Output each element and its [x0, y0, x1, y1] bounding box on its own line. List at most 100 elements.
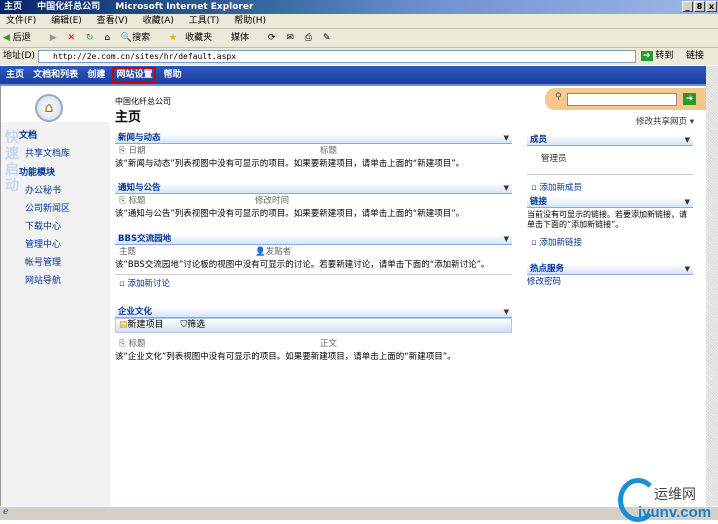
attach-icon: ⎘ — [119, 196, 126, 206]
hot-title[interactable]: 热点服务 — [530, 264, 564, 274]
nav-site-settings[interactable]: 网站设置 — [112, 67, 157, 83]
filter-label: 筛选 — [187, 320, 206, 330]
webpart-menu-icon[interactable]: ▼ — [685, 264, 690, 275]
links-webpart: 链接 ▼ 当前没有可显示的链接。若要添加新链接，请单击下面的“添加新链接”。 ▫ … — [527, 197, 693, 248]
favorites-button[interactable]: ★ 收藏夹 — [169, 33, 220, 43]
go-arrow-icon: ➔ — [641, 51, 653, 61]
site-search-input[interactable] — [567, 93, 677, 106]
home-icon[interactable]: ⌂ — [104, 33, 110, 43]
new-item-icon: ▤ — [119, 320, 128, 330]
nav-group-docs[interactable]: 文档 — [19, 128, 110, 141]
nav-item[interactable]: 帐号管理 — [25, 255, 110, 268]
nav-item[interactable]: 公司新闻区 — [25, 201, 110, 214]
window-title: 主页 — [4, 2, 23, 12]
webpart-menu-icon[interactable]: ▼ — [685, 197, 690, 208]
nav-group-modules[interactable]: 功能模块 — [19, 165, 110, 178]
webpart-menu-icon[interactable]: ▼ — [504, 183, 509, 194]
bbs-webpart: BBS交流园地 ▼ 主题 👤发贴者 该“BBS交流园地”讨论板的视图中没有可显示的讨… — [115, 234, 512, 289]
media-label: 媒体 — [231, 33, 250, 43]
empty-message: 该“BBS交流园地”讨论板的视图中没有可显示的讨论。若要新建讨论，请单击下面的“… — [115, 260, 490, 270]
close-button[interactable]: x — [706, 1, 717, 12]
favorites-label: 收藏夹 — [185, 33, 213, 43]
menu-file[interactable]: 文件(F) — [6, 16, 36, 26]
nav-item[interactable]: 办公秘书 — [25, 183, 110, 196]
col-modified[interactable]: 修改时间 — [255, 194, 289, 208]
col-body[interactable]: 正文 — [320, 337, 337, 351]
links-button[interactable]: 链接 — [686, 48, 704, 65]
go-button[interactable]: ➔ 转到 — [641, 48, 673, 65]
brand-watermark: 运维网 iyunv.com — [608, 478, 718, 524]
media-button[interactable]: 媒体 — [231, 33, 257, 43]
list-toolbar: ▤新建项目 ⛉筛选 — [115, 318, 512, 333]
menu-edit[interactable]: 编辑(E) — [51, 16, 82, 26]
empty-message: 当前没有可显示的链接。若要添加新链接，请单击下面的“添加新链接”。 — [527, 210, 687, 229]
history-icon[interactable]: ⟳ — [268, 33, 276, 43]
maximize-button[interactable]: 8 — [694, 1, 705, 12]
quick-launch: ⌂ 快速启动 文档 共享文档库 功能模块 办公秘书 公司新闻区 下载中心 管理中… — [0, 86, 110, 506]
attach-icon: ⎘ — [119, 146, 126, 156]
add-link-link[interactable]: ▫ 添加新链接 — [531, 236, 693, 248]
edit-icon[interactable]: ✎ — [323, 33, 331, 43]
news-title[interactable]: 新闻与动态 — [118, 133, 161, 143]
search-area: ⚲ ➔ — [545, 88, 706, 110]
empty-message: 该“通知与公告”列表视图中没有可显示的项目。如果要新建项目，请单击上面的“新建项… — [115, 209, 465, 219]
print-icon[interactable]: ⎙ — [305, 33, 312, 43]
toolbar: ◀ 后退 ▶ ✕ ↻ ⌂ 🔍搜索 ★ 收藏夹 媒体 ⟳ ✉ ⎙ ✎ — [0, 29, 718, 48]
notice-title[interactable]: 通知与公告 — [118, 183, 161, 193]
col-author-label: 发贴者 — [265, 247, 292, 257]
add-discussion-link[interactable]: ▫ 添加新讨论 — [119, 277, 512, 289]
menu-help[interactable]: 帮助(H) — [234, 16, 266, 26]
bbs-title[interactable]: BBS交流园地 — [118, 234, 171, 244]
col-author[interactable]: 👤发贴者 — [255, 245, 291, 259]
members-title[interactable]: 成员 — [530, 135, 547, 145]
new-item-label: 新建项目 — [127, 320, 164, 330]
nav-item[interactable]: 网站导航 — [25, 273, 110, 286]
webpart-menu-icon[interactable]: ▼ — [504, 307, 509, 318]
nav-item[interactable]: 共享文档库 — [25, 146, 110, 159]
add-member-link[interactable]: ▫ 添加新成员 — [531, 181, 693, 193]
forward-icon[interactable]: ▶ — [50, 33, 57, 43]
filter-button[interactable]: ⛉筛选 — [180, 320, 205, 330]
home-logo-icon: ⌂ — [35, 94, 63, 122]
change-password-link[interactable]: 修改密码 — [527, 275, 693, 287]
mail-icon[interactable]: ✉ — [286, 33, 294, 43]
nav-create[interactable]: 创建 — [87, 70, 105, 80]
col-title[interactable]: 标题 — [129, 339, 146, 349]
col-title[interactable]: 标题 — [129, 196, 146, 206]
vertical-scrollbar[interactable] — [706, 66, 718, 506]
nav-docs-lists[interactable]: 文档和列表 — [33, 70, 78, 80]
culture-webpart: 企业文化 ▼ ▤新建项目 ⛉筛选 ⎘ 标题 正文 该“企业文化”列表视图中没有可显示… — [115, 307, 512, 364]
new-item-button[interactable]: ▤新建项目 — [119, 320, 164, 330]
brand-name: 运维网 — [654, 487, 696, 503]
col-subject[interactable]: 主题 — [119, 247, 136, 257]
webpart-menu-icon[interactable]: ▼ — [685, 135, 690, 146]
culture-title[interactable]: 企业文化 — [118, 307, 152, 317]
modify-shared-page-link[interactable]: 修改共享网页 ▾ — [636, 115, 694, 127]
nav-help[interactable]: 帮助 — [164, 70, 182, 80]
webpart-menu-icon[interactable]: ▼ — [504, 234, 509, 245]
menu-view[interactable]: 查看(V) — [97, 16, 128, 26]
address-input[interactable]: http://2e.com.cn/sites/hr/default.aspx — [38, 50, 636, 63]
go-label: 转到 — [655, 51, 674, 61]
address-label: 地址(D) — [3, 51, 35, 61]
magnifier-icon: ⚲ — [555, 92, 562, 102]
col-date[interactable]: 日期 — [129, 146, 146, 156]
add-link-label: 添加新链接 — [539, 238, 582, 248]
webpart-menu-icon[interactable]: ▼ — [504, 133, 509, 144]
nav-item[interactable]: 管理中心 — [25, 237, 110, 250]
member-item[interactable]: 管理员 — [541, 152, 693, 164]
back-button[interactable]: ◀ 后退 — [3, 33, 39, 43]
search-button[interactable]: 🔍搜索 — [121, 33, 158, 43]
search-go-icon[interactable]: ➔ — [683, 93, 696, 105]
links-title[interactable]: 链接 — [530, 197, 547, 207]
stop-icon[interactable]: ✕ — [67, 33, 75, 43]
nav-item[interactable]: 下载中心 — [25, 219, 110, 232]
col-title[interactable]: 标题 — [320, 144, 337, 158]
refresh-icon[interactable]: ↻ — [86, 33, 94, 43]
menu-tools[interactable]: 工具(T) — [189, 16, 220, 26]
menu-favorites[interactable]: 收藏(A) — [143, 16, 174, 26]
user-icon: 👤 — [255, 247, 266, 257]
brand-domain: iyunv.com — [638, 504, 712, 521]
nav-home[interactable]: 主页 — [6, 70, 24, 80]
minimize-button[interactable]: _ — [682, 1, 693, 12]
